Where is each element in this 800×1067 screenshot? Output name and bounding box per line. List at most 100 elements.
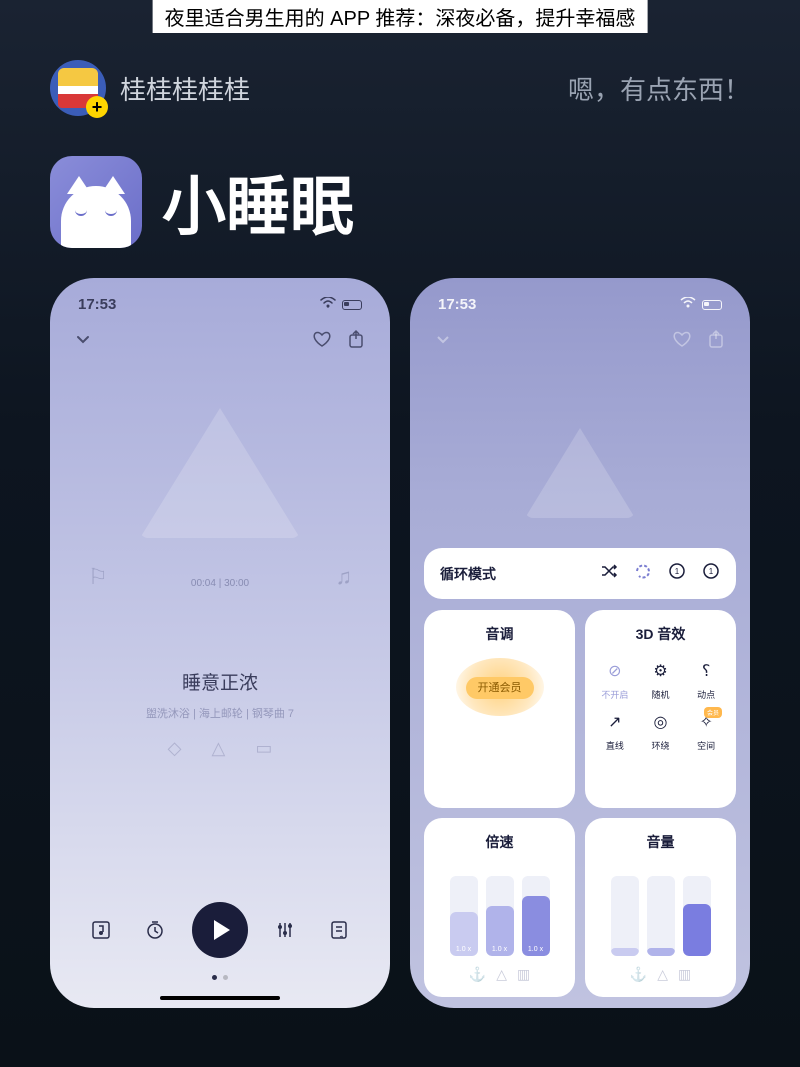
loop-title: 循环模式 <box>440 564 496 584</box>
speed-title: 倍速 <box>486 832 514 852</box>
fx-surround[interactable]: ◎ 环绕 <box>641 709 681 752</box>
status-right <box>680 296 722 313</box>
line-icon: ↗ <box>602 709 628 735</box>
status-time: 17:53 <box>78 296 116 313</box>
repeat-one-icon[interactable]: 1 <box>668 562 686 585</box>
page-banner: 夜里适合男生用的 APP 推荐：深夜必备，提升幸福感 <box>153 0 648 33</box>
shuffle-icon[interactable] <box>600 562 618 585</box>
cards-row-2: 倍速 1.0 x 1.0 x 1.0 x ⚓ △ ▥ 音量 <box>424 818 736 997</box>
vol-bar-1[interactable] <box>611 876 639 956</box>
battery-icon <box>702 300 722 310</box>
author-block[interactable]: + 桂桂桂桂桂 <box>50 60 250 116</box>
app-name: 小睡眠 <box>162 156 354 248</box>
phones-row: 17:53 ⚐ ♫ <box>0 278 800 1008</box>
fx3d-grid: ⊘ 不开启 ⚙ 随机 ⸮ 动点 ↗ 直线 <box>595 658 726 752</box>
tagline: 嗯，有点东西！ <box>568 70 750 107</box>
wifi-icon <box>680 296 696 313</box>
tone-title: 音调 <box>486 624 514 644</box>
moving-icon: ⸮ <box>693 658 719 684</box>
volume-card: 音量 ⚓ △ ▥ <box>585 818 736 997</box>
status-bar: 17:53 <box>50 278 390 321</box>
chevron-down-icon[interactable] <box>434 330 452 353</box>
song-subtitle: 盥洗沐浴 | 海上邮轮 | 钢琴曲 7 <box>50 705 390 721</box>
anchor-icon: ⚓ <box>630 966 647 983</box>
once-icon[interactable]: 1 <box>702 562 720 585</box>
tone-card: 音调 开通会员 <box>424 610 575 808</box>
player-bar <box>50 902 390 958</box>
piano-icon: ▥ <box>678 966 691 983</box>
svg-text:1: 1 <box>675 567 680 576</box>
chevron-down-icon[interactable] <box>74 330 92 353</box>
battery-icon <box>342 300 362 310</box>
speed-bars: 1.0 x 1.0 x 1.0 x <box>450 866 550 956</box>
avatar-add-badge[interactable]: + <box>86 96 108 118</box>
fx-random[interactable]: ⚙ 随机 <box>641 658 681 701</box>
speed-bar-2[interactable]: 1.0 x <box>486 876 514 956</box>
speed-icons: ⚓ △ ▥ <box>469 966 530 983</box>
author-name: 桂桂桂桂桂 <box>120 70 250 107</box>
speed-card: 倍速 1.0 x 1.0 x 1.0 x ⚓ △ ▥ <box>424 818 575 997</box>
flag-icon: ⚐ <box>88 564 108 590</box>
piano-icon: ♫ <box>336 564 353 590</box>
volume-bars <box>611 866 711 956</box>
nav-row <box>50 321 390 362</box>
svg-text:1: 1 <box>709 567 714 576</box>
play-button[interactable] <box>192 902 248 958</box>
fx-space[interactable]: 会员 ✧ 空间 <box>686 709 726 752</box>
vip-button[interactable]: 开通会员 <box>466 677 534 699</box>
off-icon: ⊘ <box>602 658 628 684</box>
status-right <box>320 296 362 313</box>
triangle-visual <box>140 408 300 538</box>
speed-bar-1[interactable]: 1.0 x <box>450 876 478 956</box>
share-icon[interactable] <box>706 329 726 354</box>
dot-2 <box>223 975 228 980</box>
loop-icons: 1 1 <box>600 562 720 585</box>
dot-1 <box>212 975 217 980</box>
app-icon[interactable] <box>50 156 142 248</box>
timer-button[interactable] <box>138 913 172 947</box>
playback-time: 00:04 | 30:00 <box>191 578 249 589</box>
status-time: 17:53 <box>438 296 476 313</box>
fx-moving[interactable]: ⸮ 动点 <box>686 658 726 701</box>
speed-bar-3[interactable]: 1.0 x <box>522 876 550 956</box>
vol-bar-3[interactable] <box>683 876 711 956</box>
vip-glow: 开通会员 <box>456 658 544 716</box>
piano-icon: ▥ <box>517 966 530 983</box>
avatar[interactable]: + <box>50 60 106 116</box>
cards-row-1: 音调 开通会员 3D 音效 ⊘ 不开启 ⚙ 随机 ⸮ <box>424 610 736 808</box>
triangle-icon: △ <box>496 966 507 983</box>
list-button[interactable] <box>322 913 356 947</box>
heart-icon[interactable] <box>312 329 332 354</box>
mini-icon-1: ◇ <box>168 738 182 759</box>
status-bar: 17:53 <box>410 278 750 321</box>
song-title: 睡意正浓 <box>50 668 390 695</box>
fx3d-card: 3D 音效 ⊘ 不开启 ⚙ 随机 ⸮ 动点 ↗ <box>585 610 736 808</box>
fx-off[interactable]: ⊘ 不开启 <box>595 658 635 701</box>
equalizer-button[interactable] <box>268 913 302 947</box>
fx-line[interactable]: ↗ 直线 <box>595 709 635 752</box>
home-indicator <box>160 996 280 1000</box>
volume-title: 音量 <box>647 832 675 852</box>
phone-right: 17:53 循环模式 <box>410 278 750 1008</box>
cat-icon <box>61 186 131 248</box>
heart-icon[interactable] <box>672 329 692 354</box>
wifi-icon <box>320 296 336 313</box>
loop-mode-card: 循环模式 1 1 <box>424 548 736 599</box>
repeat-icon[interactable] <box>634 562 652 585</box>
fx3d-title: 3D 音效 <box>636 624 686 644</box>
music-note-button[interactable] <box>84 913 118 947</box>
mini-icon-3: ▭ <box>255 738 272 759</box>
app-title-row: 小睡眠 <box>0 136 800 278</box>
mini-icons: ◇ △ ▭ <box>50 738 390 759</box>
volume-icons: ⚓ △ ▥ <box>630 966 691 983</box>
vol-bar-2[interactable] <box>647 876 675 956</box>
mini-icon-2: △ <box>211 738 225 759</box>
page-dots <box>50 975 390 980</box>
phone-left: 17:53 ⚐ ♫ <box>50 278 390 1008</box>
vip-badge-icon: 会员 <box>704 707 722 718</box>
random-icon: ⚙ <box>647 658 673 684</box>
share-icon[interactable] <box>346 329 366 354</box>
triangle-visual <box>525 428 635 518</box>
triangle-icon: △ <box>657 966 668 983</box>
nav-row <box>410 321 750 362</box>
